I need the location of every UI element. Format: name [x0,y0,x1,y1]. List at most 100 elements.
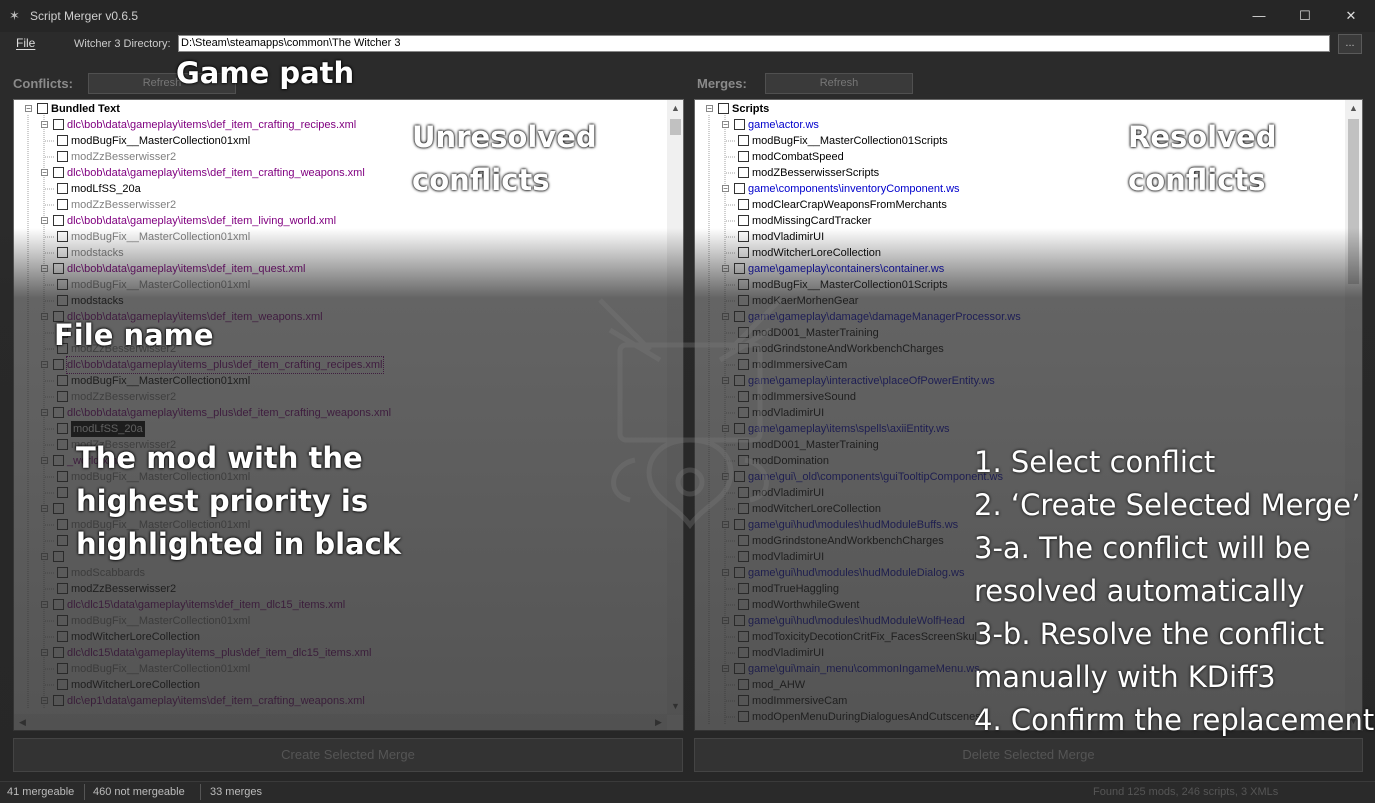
collapse-icon[interactable]: − [41,409,48,417]
tree-checkbox[interactable] [738,391,749,402]
tree-checkbox[interactable] [57,519,68,530]
tree-checkbox[interactable] [53,503,64,514]
tree-checkbox[interactable] [57,663,68,674]
tree-checkbox[interactable] [57,279,68,290]
scroll-right-icon[interactable]: ▶ [650,714,667,730]
collapse-icon[interactable]: − [722,425,729,433]
tree-checkbox[interactable] [738,631,749,642]
tree-mod-node[interactable]: modGrindstoneAndWorkbenchCharges [738,341,1362,357]
tree-checkbox[interactable] [57,199,68,210]
tree-checkbox[interactable] [734,311,745,322]
tree-root[interactable]: − Scripts [706,101,1346,117]
collapse-icon[interactable]: − [722,313,729,321]
collapse-icon[interactable]: − [722,265,729,273]
tree-checkbox[interactable] [738,503,749,514]
tree-file-node[interactable]: − dlc\bob\data\gameplay\items_plus\def_it… [41,405,681,421]
tree-mod-node[interactable]: modVladimirUI [738,405,1362,421]
collapse-icon[interactable]: − [41,217,48,225]
tree-checkbox[interactable] [738,695,749,706]
tree-checkbox[interactable] [57,679,68,690]
tree-file-node[interactable]: − dlc\bob\data\gameplay\items\def_item_cr… [41,165,681,181]
tree-mod-node[interactable]: modScabbards [57,565,683,581]
scroll-up-icon[interactable]: ▲ [1345,100,1362,117]
tree-checkbox[interactable] [738,215,749,226]
tree-checkbox[interactable] [738,455,749,466]
collapse-icon[interactable]: − [41,457,48,465]
tree-checkbox[interactable] [738,647,749,658]
tree-checkbox[interactable] [738,439,749,450]
tree-root[interactable]: − Bundled Text [25,101,665,117]
tree-checkbox[interactable] [738,487,749,498]
maximize-button[interactable]: ☐ [1282,0,1328,32]
collapse-icon[interactable]: − [722,473,729,481]
tree-checkbox[interactable] [738,551,749,562]
tree-mod-node[interactable]: modWitcherLoreCollection [57,677,683,693]
tree-checkbox[interactable] [738,167,749,178]
tree-mod-node[interactable]: modWitcherLoreCollection [57,629,683,645]
tree-mod-node[interactable]: modZzBesserwisser2 [57,197,683,213]
tree-checkbox[interactable] [57,439,68,450]
tree-mod-node[interactable]: modVladimirUI [738,229,1362,245]
create-selected-merge-button[interactable]: Create Selected Merge [13,738,683,772]
tree-checkbox[interactable] [53,119,64,130]
tree-mod-node[interactable]: modZzBesserwisser2 [57,581,683,597]
merges-refresh-button[interactable]: Refresh [765,73,913,94]
tree-checkbox[interactable] [57,135,68,146]
tree-checkbox[interactable] [734,183,745,194]
scroll-thumb[interactable] [670,119,681,135]
tree-checkbox[interactable] [57,247,68,258]
tree-checkbox[interactable] [37,103,48,114]
collapse-icon[interactable]: − [41,169,48,177]
tree-mod-node[interactable]: modZBesserwisserScripts [738,165,1362,181]
tree-checkbox[interactable] [738,135,749,146]
tree-checkbox[interactable] [734,471,745,482]
conflicts-vertical-scrollbar[interactable]: ▲ ▼ [667,100,683,715]
tree-checkbox[interactable] [57,615,68,626]
tree-checkbox[interactable] [57,583,68,594]
tree-checkbox[interactable] [53,359,64,370]
tree-mod-node[interactable]: modImmersiveCam [738,357,1362,373]
tree-checkbox[interactable] [57,151,68,162]
tree-checkbox[interactable] [53,695,64,706]
scroll-thumb[interactable] [1348,119,1359,284]
collapse-icon[interactable]: − [722,617,729,625]
tree-checkbox[interactable] [53,215,64,226]
menu-file[interactable]: File [16,36,35,50]
collapse-icon[interactable]: − [706,105,713,113]
tree-file-node[interactable]: − dlc\bob\data\gameplay\items_plus\def_it… [41,356,681,374]
tree-checkbox[interactable] [57,391,68,402]
tree-mod-node[interactable]: modLfSS_20a [57,421,683,437]
tree-checkbox[interactable] [738,407,749,418]
collapse-icon[interactable]: − [722,377,729,385]
delete-selected-merge-button[interactable]: Delete Selected Merge [694,738,1363,772]
tree-mod-node[interactable]: modZzBesserwisser2 [57,389,683,405]
tree-checkbox[interactable] [734,119,745,130]
tree-checkbox[interactable] [57,487,68,498]
collapse-icon[interactable]: − [41,121,48,129]
collapse-icon[interactable]: − [41,265,48,273]
tree-checkbox[interactable] [738,535,749,546]
close-button[interactable]: ✕ [1328,0,1374,32]
tree-checkbox[interactable] [734,615,745,626]
scroll-down-icon[interactable]: ▼ [667,698,683,715]
tree-mod-node[interactable]: modstacks [57,293,683,309]
collapse-icon[interactable]: − [41,601,48,609]
tree-checkbox[interactable] [738,279,749,290]
tree-mod-node[interactable]: modBugFix__MasterCollection01xml [57,229,683,245]
tree-checkbox[interactable] [53,599,64,610]
tree-checkbox[interactable] [738,247,749,258]
tree-mod-node[interactable]: modstacks [57,245,683,261]
tree-checkbox[interactable] [53,407,64,418]
tree-file-node[interactable]: − game\gameplay\containers\container.ws [722,261,1362,277]
tree-mod-node[interactable]: modClearCrapWeaponsFromMerchants [738,197,1362,213]
tree-file-node[interactable]: − dlc\dlc15\data\gameplay\items\def_item_… [41,597,681,613]
minimize-button[interactable]: — [1236,0,1282,32]
tree-checkbox[interactable] [57,375,68,386]
collapse-icon[interactable]: − [41,505,48,513]
tree-checkbox[interactable] [57,535,68,546]
collapse-icon[interactable]: − [41,697,48,705]
tree-checkbox[interactable] [734,519,745,530]
browse-button[interactable]: ... [1338,34,1362,54]
tree-checkbox[interactable] [738,359,749,370]
scroll-up-icon[interactable]: ▲ [667,100,683,117]
